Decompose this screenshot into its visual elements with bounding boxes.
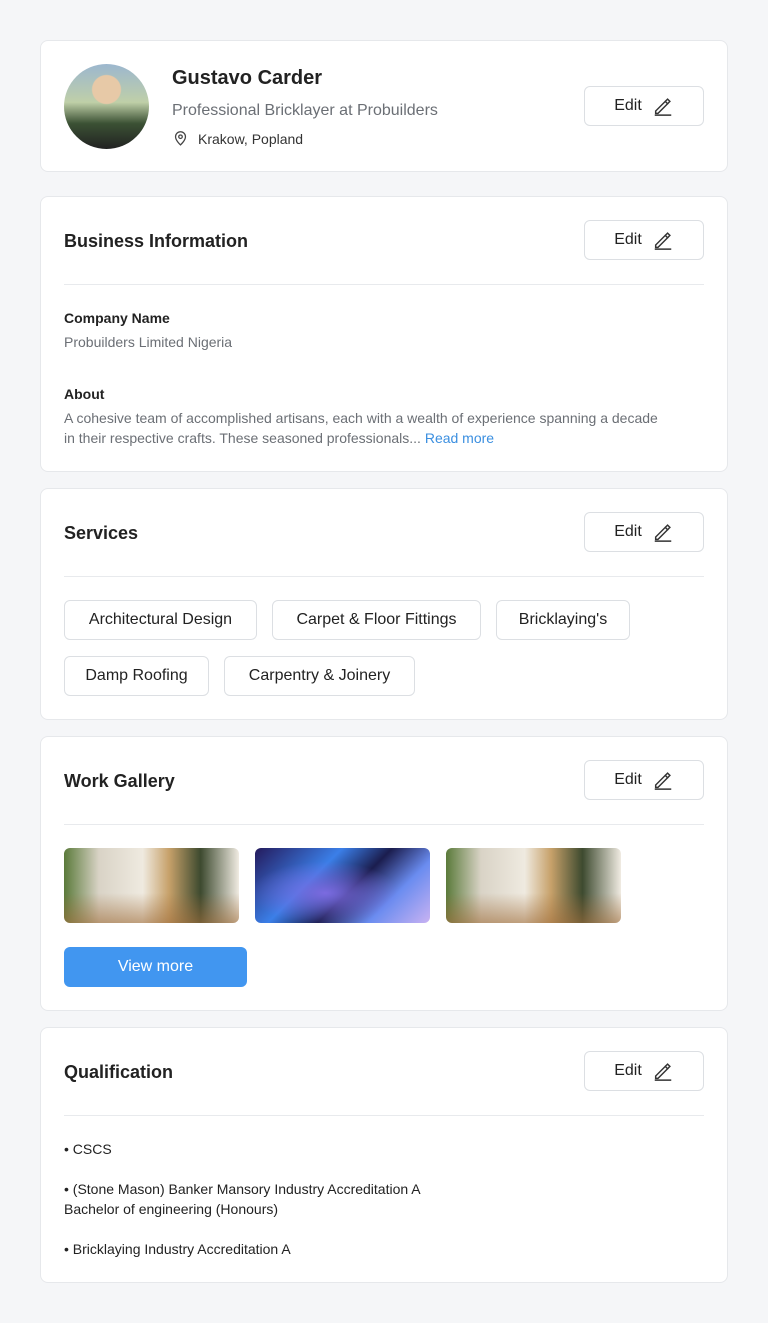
divider (64, 576, 704, 577)
about-text: A cohesive team of accomplished artisans… (64, 408, 658, 448)
work-gallery-card: Work Gallery Edit View more (40, 736, 728, 1011)
service-chip: Carpet & Floor Fittings (272, 600, 481, 640)
avatar (64, 64, 149, 149)
qualification-item: Bachelor of engineering (Honours) (64, 1201, 279, 1217)
section-title: Qualification (64, 1062, 174, 1082)
profile-card: Gustavo Carder Professional Bricklayer a… (40, 40, 728, 172)
services-card: Services Edit Architectural Design Carpe… (40, 488, 728, 720)
edit-label: Edit (614, 97, 642, 114)
business-edit-button[interactable]: Edit (584, 220, 704, 260)
service-chip: Architectural Design (64, 600, 257, 640)
divider (64, 824, 704, 825)
section-title: Business Information (64, 231, 249, 251)
services-edit-button[interactable]: Edit (584, 512, 704, 552)
section-title: Work Gallery (64, 771, 175, 791)
divider (64, 1115, 704, 1116)
edit-label: Edit (614, 231, 642, 248)
business-info-card: Business Information Edit Company Name P… (40, 196, 728, 472)
qualification-item: • (Stone Mason) Banker Mansory Industry … (64, 1181, 421, 1197)
profile-location: Krakow, Popland (172, 130, 303, 147)
qualification-item: • Bricklaying Industry Accreditation A (64, 1241, 291, 1257)
pencil-icon (654, 524, 672, 542)
about-line-1: A cohesive team of accomplished artisans… (64, 410, 658, 426)
company-name-label: Company Name (64, 310, 170, 326)
profile-edit-button[interactable]: Edit (584, 86, 704, 126)
gallery-image-abstract[interactable] (255, 848, 430, 923)
gallery-image-studio[interactable] (446, 848, 621, 923)
about-line-2: in their respective crafts. These season… (64, 430, 421, 446)
location-pin-icon (174, 131, 187, 146)
divider (64, 284, 704, 285)
view-more-button[interactable]: View more (64, 947, 247, 987)
edit-label: Edit (614, 1062, 642, 1079)
qualification-card: Qualification Edit • CSCS • (Stone Mason… (40, 1027, 728, 1283)
pencil-icon (654, 772, 672, 790)
gallery-image-studio[interactable] (64, 848, 239, 923)
edit-label: Edit (614, 523, 642, 540)
pencil-icon (654, 98, 672, 116)
gallery-edit-button[interactable]: Edit (584, 760, 704, 800)
qualification-edit-button[interactable]: Edit (584, 1051, 704, 1091)
profile-title: Professional Bricklayer at Probuilders (172, 102, 438, 119)
profile-name: Gustavo Carder (172, 67, 323, 89)
location-text: Krakow, Popland (198, 130, 304, 147)
section-title: Services (64, 523, 139, 543)
service-chip: Bricklaying's (496, 600, 630, 640)
service-chip: Damp Roofing (64, 656, 209, 696)
qualification-item: • CSCS (64, 1141, 112, 1157)
service-chip: Carpentry & Joinery (224, 656, 415, 696)
pencil-icon (654, 232, 672, 250)
company-name-value: Probuilders Limited Nigeria (64, 334, 233, 350)
edit-label: Edit (614, 771, 642, 788)
read-more-link[interactable]: Read more (425, 430, 494, 446)
pencil-icon (654, 1063, 672, 1081)
about-label: About (64, 386, 105, 402)
